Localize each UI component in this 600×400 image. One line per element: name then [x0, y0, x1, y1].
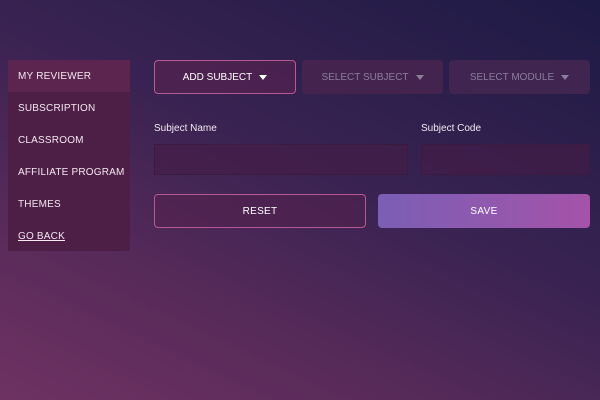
sidebar-item-affiliate-program[interactable]: AFFILIATE PROGRAM — [8, 156, 130, 188]
subject-code-input[interactable] — [421, 144, 590, 175]
select-subject-dropdown[interactable]: SELECT SUBJECT — [302, 60, 443, 94]
select-subject-label: SELECT SUBJECT — [321, 71, 409, 83]
sidebar-item-subscription[interactable]: SUBSCRIPTION — [8, 92, 130, 124]
caret-down-icon — [561, 74, 570, 80]
subject-code-label: Subject Code — [421, 123, 482, 134]
add-subject-label: ADD SUBJECT — [182, 71, 253, 83]
subject-name-input[interactable] — [154, 144, 408, 175]
select-module-label: SELECT MODULE — [469, 71, 555, 83]
sidebar-item-my-reviewer[interactable]: MY REVIEWER — [8, 60, 130, 92]
sidebar-item-themes[interactable]: THEMES — [8, 188, 130, 220]
caret-down-icon — [259, 74, 268, 80]
select-module-dropdown[interactable]: SELECT MODULE — [449, 60, 590, 94]
sidebar-item-classroom[interactable]: CLASSROOM — [8, 124, 130, 156]
save-button[interactable]: SAVE — [378, 194, 590, 228]
add-subject-dropdown[interactable]: ADD SUBJECT — [154, 60, 296, 94]
toolbar: ADD SUBJECT SELECT SUBJECT SELECT MODULE — [154, 60, 590, 94]
caret-down-icon — [415, 74, 424, 80]
reset-button[interactable]: RESET — [154, 194, 366, 228]
subject-name-label: Subject Name — [154, 123, 217, 134]
sidebar: MY REVIEWER SUBSCRIPTION CLASSROOM AFFIL… — [8, 60, 130, 251]
sidebar-item-go-back[interactable]: GO BACK — [8, 220, 130, 252]
